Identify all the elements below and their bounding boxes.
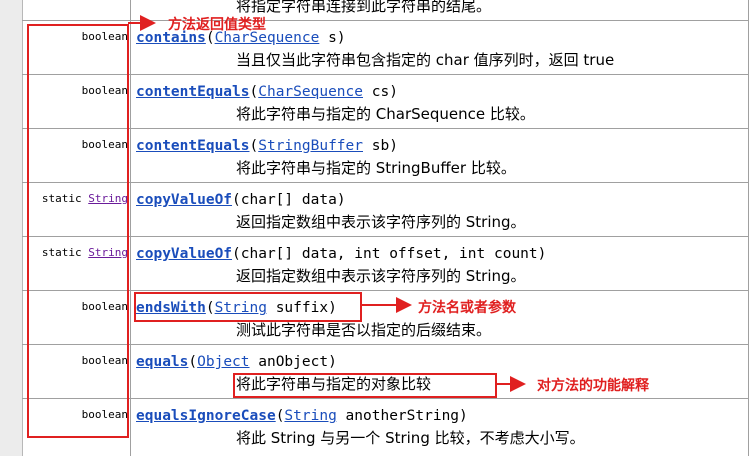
annotation-function-desc: 对方法的功能解释 <box>537 378 649 394</box>
annotation-method-params: 方法名或者参数 <box>418 300 516 316</box>
api-doc-frame: 将指定字符串连接到此字符串的结尾。 boolean contains(CharSe… <box>0 0 749 456</box>
annotation-return-type: 方法返回值类型 <box>168 17 266 33</box>
